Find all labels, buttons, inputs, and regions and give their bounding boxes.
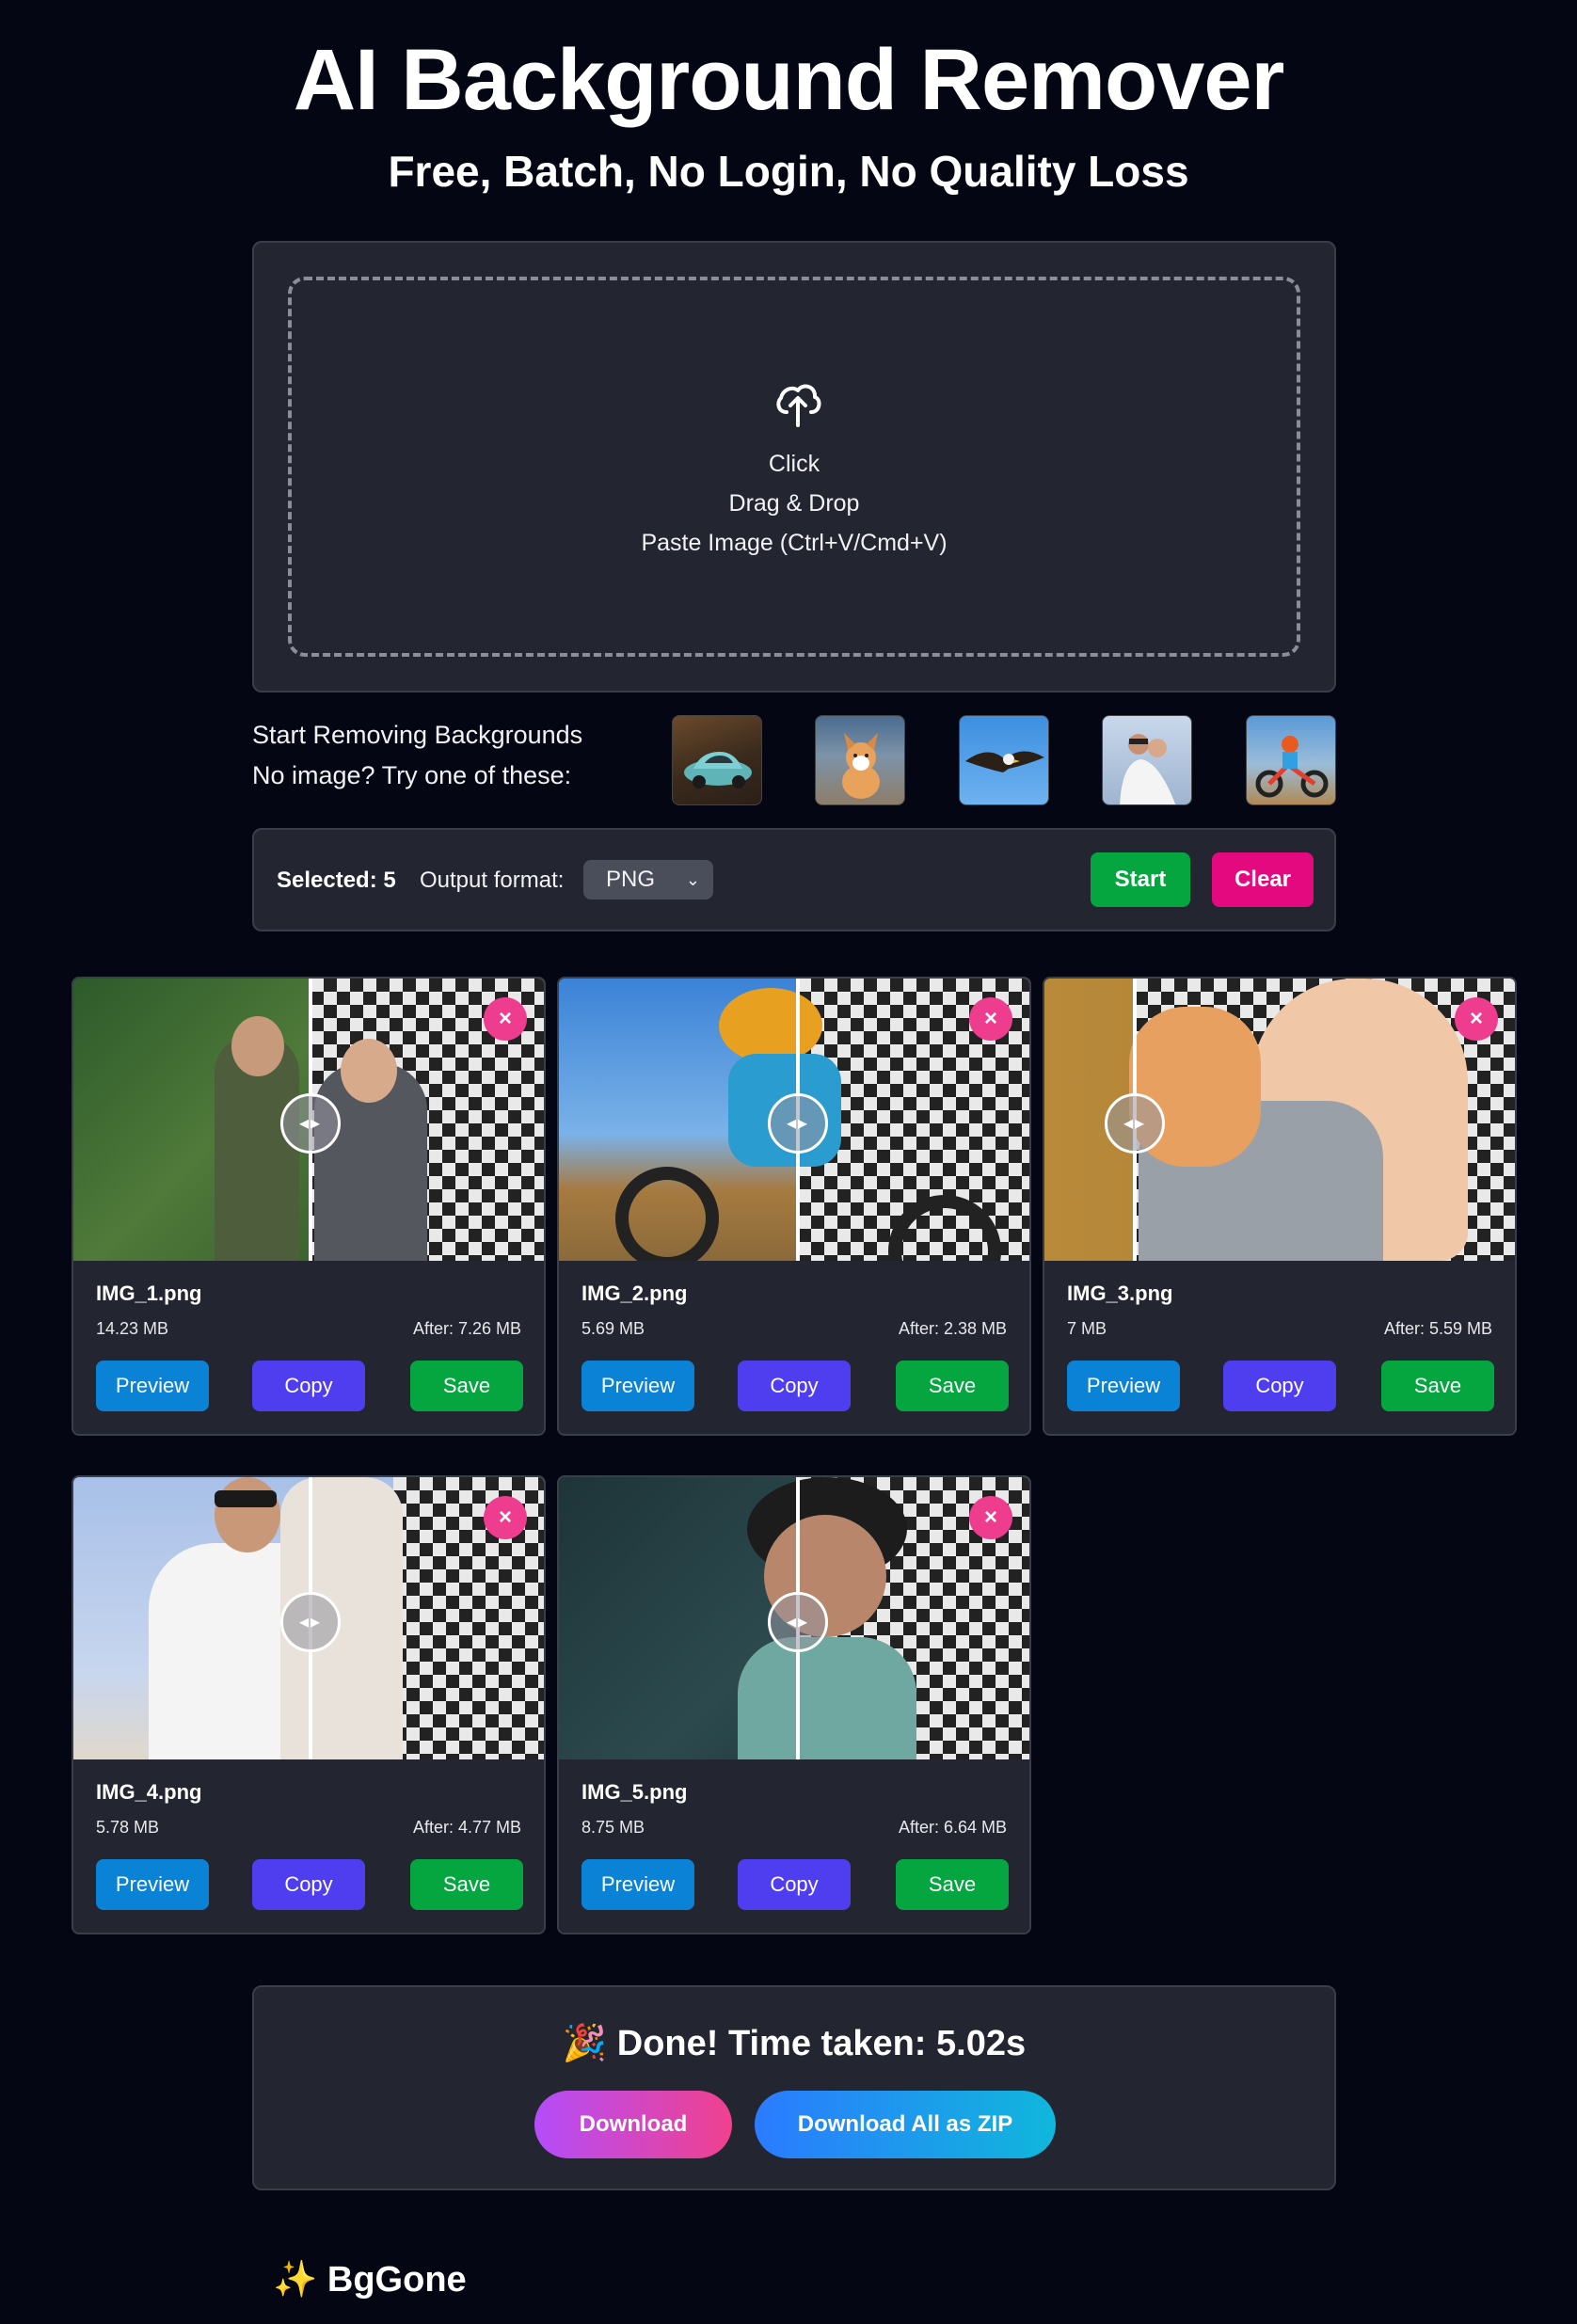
completion-message: 🎉 Done! Time taken: 5.02s [254,2021,1334,2066]
sparkles-icon: ✨ [273,2260,318,2300]
party-icon: 🎉 [562,2024,608,2063]
completion-text: Done! Time taken: 5.02s [616,2024,1027,2063]
drop-zone[interactable]: Click Drag & Drop Paste Image (Ctrl+V/Cm… [288,277,1300,657]
drag-handle-icon[interactable]: ◂▸ [280,1592,341,1652]
subject-face [215,1477,280,1552]
remove-button[interactable]: × [969,997,1012,1041]
brand-logo[interactable]: ✨ BgGone [273,2254,467,2305]
file-size: 5.69 MB [581,1319,645,1338]
output-format-value: PNG [606,867,656,892]
clear-button[interactable]: Clear [1212,852,1314,907]
preview-button[interactable]: Preview [581,1859,694,1910]
file-size-after: After: 4.77 MB [412,1818,521,1837]
file-size: 7 MB [1067,1319,1107,1338]
drag-handle-icon[interactable]: ◂▸ [280,1093,341,1154]
comparison-slider[interactable]: ◂▸ × [559,1477,1029,1759]
subject-face [341,1039,397,1103]
couple-image [1120,734,1176,804]
file-size-after: After: 7.26 MB [412,1319,521,1338]
result-card: ◂▸ × IMG_5.png 8.75 MB After: 6.64 MB Pr… [557,1475,1031,1934]
subject-face [231,1016,284,1076]
file-name: IMG_3.png [1067,1281,1173,1305]
file-size: 5.78 MB [96,1818,160,1837]
wheel-image [615,1167,719,1261]
preview-button[interactable]: Preview [581,1361,694,1411]
file-size-after: After: 5.59 MB [1383,1319,1492,1338]
samples-heading: Start Removing Backgrounds [252,721,583,749]
chevron-down-icon: ⌄ [685,870,700,889]
drag-handle-icon[interactable]: ◂▸ [1105,1093,1165,1154]
save-button[interactable]: Save [896,1859,1009,1910]
save-button[interactable]: Save [1381,1361,1494,1411]
copy-button[interactable]: Copy [252,1859,365,1910]
page-subtitle: Free, Batch, No Login, No Quality Loss [388,147,1189,196]
drag-handle-icon[interactable]: ◂▸ [768,1592,828,1652]
brand-name: BgGone [327,2260,467,2300]
subject-helmet [719,988,822,1063]
selected-count: Selected: 5 [277,868,396,893]
completion-panel: 🎉 Done! Time taken: 5.02s Download Downl… [252,1985,1336,2190]
result-card: ◂▸ × IMG_2.png 5.69 MB After: 2.38 MB Pr… [557,977,1031,1436]
output-format-label: Output format: [420,868,565,893]
drag-handle-icon[interactable]: ◂▸ [768,1093,828,1154]
cloud-upload-icon [776,384,821,427]
save-button[interactable]: Save [896,1361,1009,1411]
comparison-slider[interactable]: ◂▸ × [73,1477,544,1759]
upload-click-text: Click [768,451,820,477]
motocross-image [1255,736,1329,798]
download-button[interactable]: Download [534,2091,732,2158]
page-title: AI Background Remover [293,32,1285,128]
upload-paste-text: Paste Image (Ctrl+V/Cmd+V) [641,530,948,556]
sample-thumb-motocross[interactable] [1246,715,1336,805]
batch-toolbar: Selected: 5 Output format: PNG ⌄ Start C… [252,828,1336,931]
samples-prompt: No image? Try one of these: [252,761,572,789]
save-button[interactable]: Save [410,1859,523,1910]
sample-thumb-car[interactable] [672,715,762,805]
file-name: IMG_5.png [581,1780,688,1804]
remove-button[interactable]: × [969,1496,1012,1539]
sample-thumb-couple[interactable] [1102,715,1192,805]
file-size-after: After: 2.38 MB [898,1319,1007,1338]
copy-button[interactable]: Copy [252,1361,365,1411]
remove-button[interactable]: × [484,1496,527,1539]
file-size-after: After: 6.64 MB [898,1818,1007,1837]
preview-button[interactable]: Preview [1067,1361,1180,1411]
file-name: IMG_2.png [581,1281,688,1305]
preview-button[interactable]: Preview [96,1361,209,1411]
comparison-slider[interactable]: ◂▸ × [73,979,544,1261]
file-name: IMG_4.png [96,1780,202,1804]
subject-image [738,1637,916,1759]
sunglasses-image [215,1490,277,1507]
page: AI Background Remover Free, Batch, No Lo… [0,0,1577,2324]
sample-thumb-dog[interactable] [815,715,905,805]
remove-button[interactable]: × [484,997,527,1041]
result-card: ◂▸ × IMG_4.png 5.78 MB After: 4.77 MB Pr… [72,1475,546,1934]
comparison-slider[interactable]: ◂▸ × [559,979,1029,1261]
samples-intro: Start Removing Backgrounds No image? Try… [252,715,647,796]
file-size: 14.23 MB [96,1319,169,1338]
comparison-slider[interactable]: ◂▸ × [1044,979,1515,1261]
file-size: 8.75 MB [581,1818,645,1837]
copy-button[interactable]: Copy [1223,1361,1336,1411]
dog-image [842,733,880,799]
remove-button[interactable]: × [1455,997,1498,1041]
car-image [684,752,752,788]
start-button[interactable]: Start [1091,852,1190,907]
sample-thumb-eagle[interactable] [959,715,1049,805]
file-name: IMG_1.png [96,1281,202,1305]
download-zip-button[interactable]: Download All as ZIP [755,2091,1056,2158]
output-format-select[interactable]: PNG ⌄ [583,860,713,899]
result-card: ◂▸ × IMG_1.png 14.23 MB After: 7.26 MB P… [72,977,546,1436]
upload-drag-text: Drag & Drop [728,490,860,517]
eagle-image [965,751,1044,772]
save-button[interactable]: Save [410,1361,523,1411]
result-card: ◂▸ × IMG_3.png 7 MB After: 5.59 MB Previ… [1043,977,1517,1436]
upload-panel: Click Drag & Drop Paste Image (Ctrl+V/Cm… [252,241,1336,692]
copy-button[interactable]: Copy [738,1361,851,1411]
preview-button[interactable]: Preview [96,1859,209,1910]
copy-button[interactable]: Copy [738,1859,851,1910]
